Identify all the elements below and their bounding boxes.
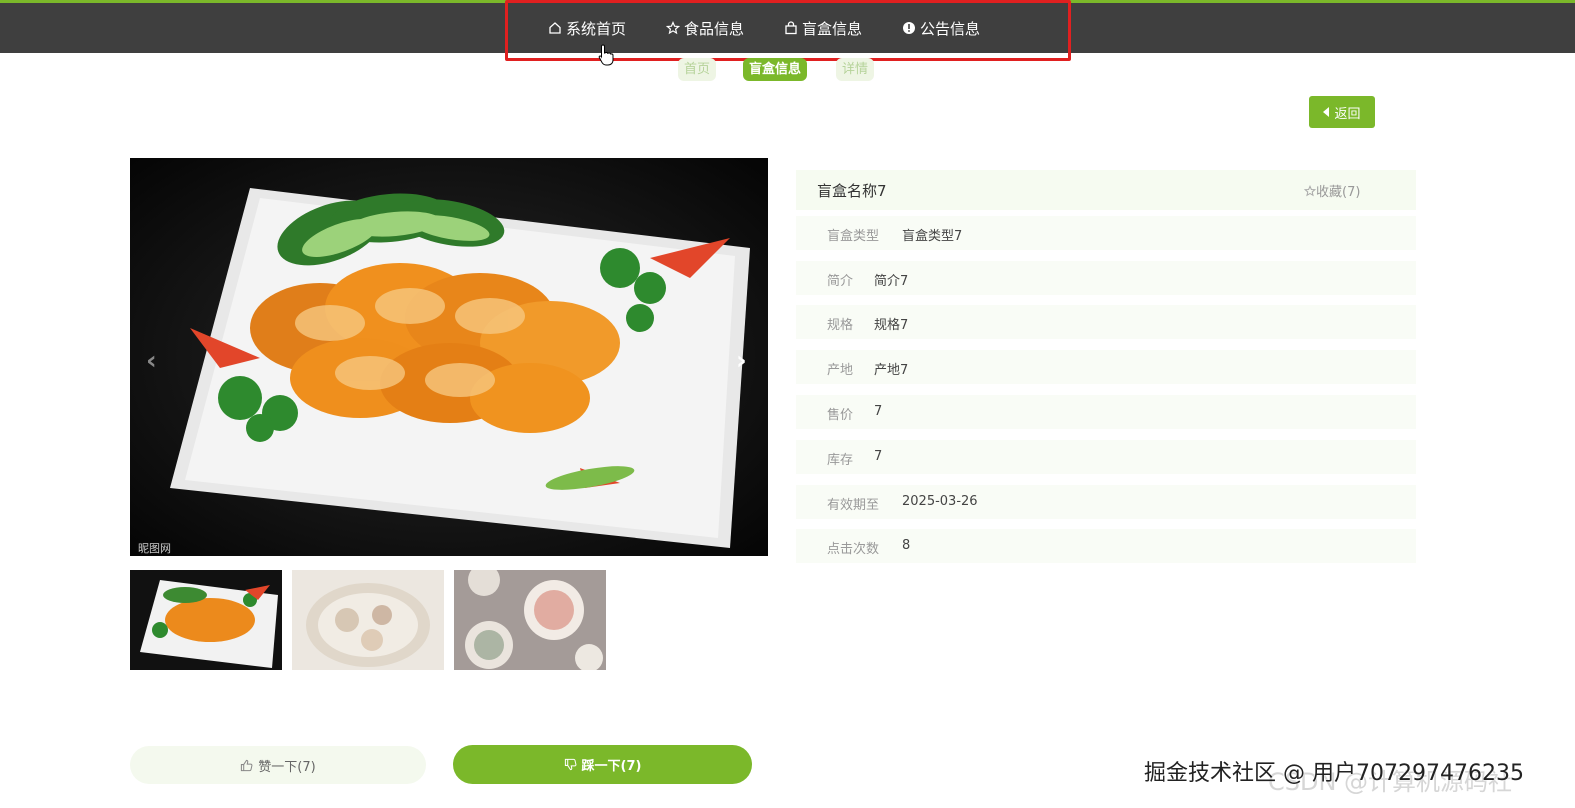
thumbs-down-icon (564, 758, 576, 771)
info-row-spec: 规格 规格7 (796, 305, 1416, 339)
info-label: 售价 (827, 408, 854, 423)
info-icon (903, 22, 916, 34)
dislike-button-label: 踩一下(7) (581, 759, 642, 774)
nav-item-label: 公告信息 (920, 19, 981, 38)
top-navbar: 系统首页 食品信息 盲盒信息 公告信息 (0, 3, 1575, 53)
info-label: 有效期至 (827, 498, 880, 513)
info-value: 规格7 (874, 318, 909, 333)
thumbs-up-icon (241, 759, 253, 771)
nav-menu: 系统首页 食品信息 盲盒信息 公告信息 (548, 3, 1020, 53)
nav-item-blindbox[interactable]: 盲盒信息 (784, 18, 862, 39)
product-title-row: 盲盒名称7 收藏(7) (796, 170, 1416, 210)
info-row-price: 售价 7 (796, 395, 1416, 429)
nav-item-label: 盲盒信息 (802, 19, 863, 38)
dislike-button[interactable]: 踩一下(7) (453, 745, 752, 784)
breadcrumb-detail: 详情 (836, 58, 875, 81)
info-label: 点击次数 (827, 542, 880, 557)
info-row-origin: 产地 产地7 (796, 350, 1416, 384)
back-button[interactable]: 返回 (1309, 96, 1375, 128)
nav-item-notice[interactable]: 公告信息 (902, 18, 980, 39)
like-button[interactable]: 赞一下(7) (130, 746, 426, 784)
home-icon (549, 22, 561, 34)
info-label: 简介 (827, 274, 854, 289)
nav-item-label: 系统首页 (566, 19, 627, 38)
info-row-stock: 库存 7 (796, 440, 1416, 474)
info-label: 盲盒类型 (827, 229, 880, 244)
nav-item-home[interactable]: 系统首页 (548, 18, 626, 39)
info-value: 8 (902, 538, 911, 553)
carousel-prev-icon[interactable]: ‹ (146, 346, 157, 376)
info-row-expiry: 有效期至 2025-03-26 (796, 485, 1416, 519)
info-value: 7 (874, 404, 883, 419)
thumbnail-image (454, 570, 606, 670)
product-title: 盲盒名称7 (817, 182, 887, 200)
caret-left-icon (1323, 107, 1330, 117)
nav-item-food[interactable]: 食品信息 (666, 18, 744, 39)
info-label: 产地 (827, 363, 854, 378)
thumbnail-image (292, 570, 444, 670)
nav-item-label: 食品信息 (684, 19, 745, 38)
info-row-intro: 简介 简介7 (796, 261, 1416, 295)
breadcrumb: 首页 盲盒信息 详情 (0, 58, 1575, 82)
product-main-image: 昵图网 (130, 158, 768, 556)
info-label: 规格 (827, 318, 854, 333)
star-outline-icon (1303, 184, 1317, 197)
info-value: 盲盒类型7 (902, 229, 963, 244)
info-value: 简介7 (874, 274, 909, 289)
favorite-button[interactable]: 收藏(7) (1303, 181, 1361, 200)
info-value: 产地7 (874, 363, 909, 378)
food-plate-illustration: 昵图网 (130, 158, 768, 556)
thumbnail-3[interactable] (454, 570, 606, 670)
svg-text:昵图网: 昵图网 (138, 542, 171, 555)
star-icon (666, 21, 681, 35)
bag-icon (785, 21, 797, 35)
thumbnail-image (130, 570, 282, 670)
breadcrumb-blindbox[interactable]: 盲盒信息 (743, 58, 808, 81)
info-label: 库存 (827, 453, 854, 468)
thumbnail-2[interactable] (292, 570, 444, 670)
info-value: 2025-03-26 (902, 494, 978, 509)
info-row-type: 盲盒类型 盲盒类型7 (796, 216, 1416, 250)
info-value: 7 (874, 449, 883, 464)
info-row-clicks: 点击次数 8 (796, 529, 1416, 563)
thumbnail-1[interactable] (130, 570, 282, 670)
favorite-label: 收藏(7) (1316, 185, 1361, 200)
back-button-label: 返回 (1334, 106, 1361, 122)
breadcrumb-home[interactable]: 首页 (678, 58, 717, 81)
like-button-label: 赞一下(7) (258, 759, 316, 775)
watermark-juejin: 掘金技术社区 @ 用户707297476235 (1144, 761, 1524, 786)
carousel-next-icon[interactable]: › (736, 346, 747, 376)
